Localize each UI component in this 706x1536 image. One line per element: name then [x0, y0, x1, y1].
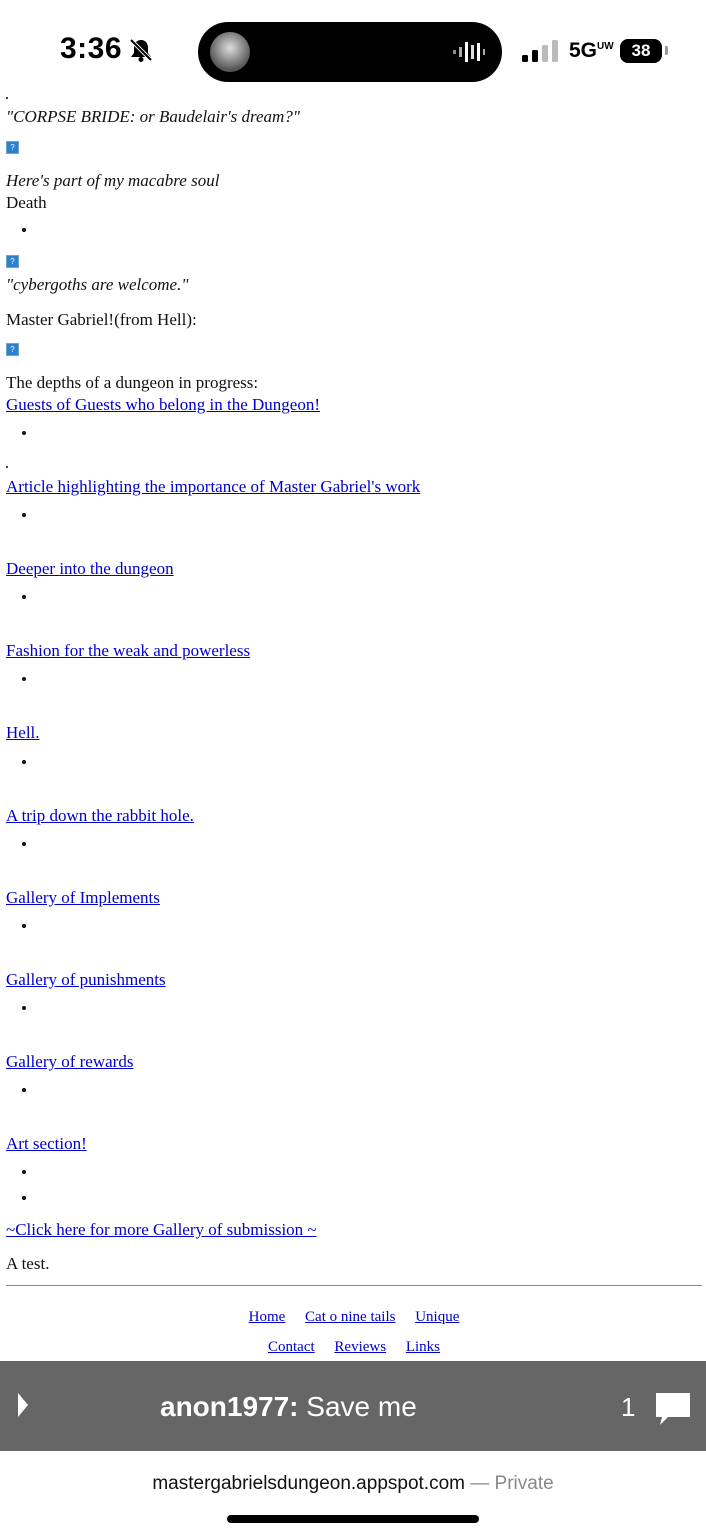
broken-image-icon: ?: [6, 255, 19, 268]
chat-message: Save me: [306, 1391, 417, 1422]
network-indicator: 5GUW: [569, 39, 614, 62]
list-bullet: [22, 595, 26, 599]
a-test-text: A test.: [6, 1254, 50, 1273]
divider: [6, 1285, 702, 1286]
chat-bar[interactable]: anon1977: Save me 1: [0, 1361, 706, 1451]
footer-link-cat-o-nine-tails[interactable]: Cat o nine tails: [305, 1309, 395, 1325]
now-playing-artwork-icon: [210, 32, 250, 72]
dungeon-progress-text: The depths of a dungeon in progress:: [6, 373, 259, 392]
footer-nav-row-2: Contact Reviews Links: [6, 1336, 702, 1358]
master-gabriel-text: Master Gabriel!(from Hell):: [6, 310, 197, 329]
footer-link-links[interactable]: Links: [406, 1339, 440, 1355]
list-bullet: [22, 1196, 26, 1200]
bell-muted-icon: [128, 37, 154, 68]
list-bullet: [22, 1088, 26, 1092]
list-bullet: [22, 228, 26, 232]
death-text: Death: [6, 193, 47, 212]
chat-username: anon1977:: [160, 1391, 299, 1422]
link-fashion[interactable]: Fashion for the weak and powerless: [6, 640, 250, 662]
list-bullet: [22, 677, 26, 681]
list-bullet: [22, 513, 26, 517]
list-bullet: [22, 1170, 26, 1174]
chat-bubble-icon[interactable]: [654, 1391, 692, 1427]
url-display[interactable]: mastergabrielsdungeon.appspot.com — Priv…: [0, 1473, 706, 1495]
stray-dot: [6, 97, 8, 99]
list-bullet: [22, 1006, 26, 1010]
chat-latest-message: anon1977: Save me: [160, 1391, 417, 1423]
url-separator: —: [470, 1473, 490, 1494]
cellular-signal-icon: [522, 40, 558, 62]
footer-link-reviews[interactable]: Reviews: [334, 1339, 386, 1355]
browser-url-bar[interactable]: mastergabrielsdungeon.appspot.com — Priv…: [0, 1451, 706, 1536]
link-guests[interactable]: Guests of Guests who belong in the Dunge…: [6, 394, 320, 416]
link-gallery-punishments[interactable]: Gallery of punishments: [6, 969, 166, 991]
clock: 3:36: [60, 32, 123, 65]
link-article[interactable]: Article highlighting the importance of M…: [6, 476, 420, 498]
home-indicator[interactable]: [227, 1515, 479, 1523]
footer-link-unique[interactable]: Unique: [415, 1309, 459, 1325]
link-deeper[interactable]: Deeper into the dungeon: [6, 558, 174, 580]
list-bullet: [22, 760, 26, 764]
footer-link-contact[interactable]: Contact: [268, 1339, 315, 1355]
chat-count: 1: [621, 1392, 636, 1422]
list-bullet: [22, 842, 26, 846]
link-hell[interactable]: Hell.: [6, 722, 40, 744]
url-domain: mastergabrielsdungeon.appspot.com: [152, 1473, 465, 1494]
link-more-gallery[interactable]: ~Click here for more Gallery of submissi…: [6, 1219, 317, 1241]
macabre-soul-text: Here's part of my macabre soul: [6, 171, 220, 190]
corpse-bride-caption: "CORPSE BRIDE: or Baudelair's dream?": [6, 107, 300, 126]
private-mode-label: Private: [494, 1473, 554, 1494]
list-bullet: [22, 924, 26, 928]
cybergoths-text: "cybergoths are welcome.": [6, 275, 189, 294]
link-gallery-implements[interactable]: Gallery of Implements: [6, 887, 160, 909]
list-bullet: [22, 431, 26, 435]
battery-tip: [665, 46, 668, 55]
link-art-section[interactable]: Art section!: [6, 1133, 87, 1155]
status-bar: 3:36 5GUW 38: [0, 0, 706, 82]
audio-waveform-icon: [453, 42, 485, 62]
link-rabbit-hole[interactable]: A trip down the rabbit hole.: [6, 805, 194, 827]
battery-icon: 38: [620, 39, 662, 63]
footer-link-home[interactable]: Home: [249, 1309, 286, 1325]
expand-arrow-icon[interactable]: [18, 1393, 28, 1417]
broken-image-icon: ?: [6, 141, 19, 154]
broken-image-icon: ?: [6, 343, 19, 356]
footer-nav-row-1: Home Cat o nine tails Unique: [6, 1306, 702, 1328]
dynamic-island[interactable]: [198, 22, 502, 82]
link-gallery-rewards[interactable]: Gallery of rewards: [6, 1051, 133, 1073]
stray-dot: [6, 466, 8, 468]
